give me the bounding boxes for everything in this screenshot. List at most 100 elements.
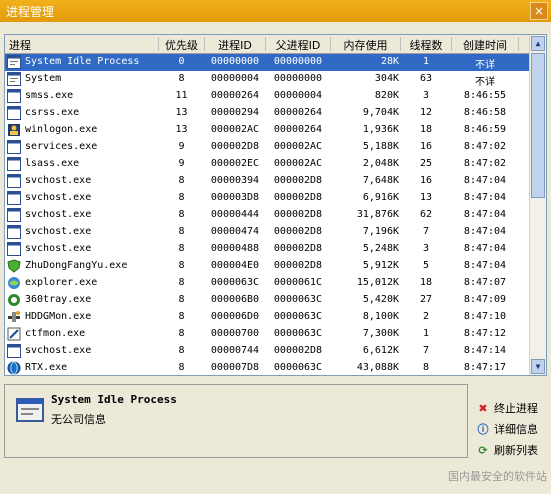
process-name-cell: svchost.exe <box>25 226 92 237</box>
ppid-cell: 000002AC <box>273 158 323 169</box>
priority-cell: 8 <box>178 209 185 220</box>
table-row[interactable]: svchost.exe 8 000003D8 000002D8 6,916K 13 8:47… <box>5 190 530 207</box>
threads-cell: 25 <box>419 158 433 169</box>
column-header-memory[interactable]: 内存使用 <box>331 37 401 52</box>
table-row[interactable]: 360tray.exe 8 000006B0 0000063C 5,420K 27 8:47… <box>5 292 530 309</box>
ppid-cell: 000002D8 <box>273 192 323 203</box>
scroll-down-arrow-icon[interactable]: ▼ <box>531 359 545 374</box>
ppid-cell: 000002D8 <box>273 209 323 220</box>
table-row[interactable]: svchost.exe 8 00000444 000002D8 31,876K 62 8:4… <box>5 207 530 224</box>
tray-icon <box>7 293 21 307</box>
pid-cell: 00000474 <box>210 226 260 237</box>
memory-cell: 8,100K <box>362 311 399 322</box>
process-large-icon <box>16 398 44 422</box>
threads-cell: 3 <box>422 90 430 101</box>
app-icon <box>7 89 21 103</box>
process-name-cell: winlogon.exe <box>25 124 98 135</box>
process-name-cell: explorer.exe <box>25 277 98 288</box>
threads-cell: 1 <box>422 328 430 339</box>
threads-cell: 7 <box>422 345 430 356</box>
close-button[interactable]: × <box>530 2 548 20</box>
process-list[interactable]: 进程 优先级 进程ID 父进程ID 内存使用 线程数 创建时间 System I… <box>4 34 547 376</box>
created-time-cell: 8:46:59 <box>463 124 507 135</box>
memory-cell: 6,916K <box>362 192 399 203</box>
table-row[interactable]: System Idle Process 0 00000000 00000000 28K 1… <box>5 54 530 71</box>
detail-company: 无公司信息 <box>51 413 106 426</box>
table-row[interactable]: lsass.exe 9 000002EC 000002AC 2,048K 25 8:47:0… <box>5 156 530 173</box>
pid-cell: 000003D8 <box>210 192 260 203</box>
terminate-process-button[interactable]: ✖ 终止进程 <box>476 400 538 416</box>
ppid-cell: 000002D8 <box>273 226 323 237</box>
column-header-pid[interactable]: 进程ID <box>205 37 266 52</box>
table-row[interactable]: RTX.exe 8 000007D8 0000063C 43,088K 8 8:47:17 <box>5 360 530 375</box>
table-row[interactable]: svchost.exe 8 00000474 000002D8 7,196K 7 8:47:… <box>5 224 530 241</box>
created-time-cell: 8:46:58 <box>463 107 507 118</box>
priority-cell: 8 <box>178 345 185 356</box>
window-icon <box>7 55 21 69</box>
app-icon <box>7 140 21 154</box>
created-time-cell: 8:47:09 <box>463 294 507 305</box>
title-bar[interactable]: 进程管理 × <box>0 0 551 22</box>
threads-cell: 16 <box>419 141 433 152</box>
pid-cell: 00000264 <box>210 90 260 101</box>
process-name-cell: svchost.exe <box>25 175 92 186</box>
watermark-text: 国内最安全的软件站 <box>448 470 547 483</box>
process-name-cell: 360tray.exe <box>25 294 92 305</box>
column-header-created[interactable]: 创建时间 <box>452 37 519 52</box>
scroll-up-arrow-icon[interactable]: ▲ <box>531 36 545 51</box>
threads-cell: 63 <box>419 73 433 84</box>
ppid-cell: 00000000 <box>273 73 323 84</box>
threads-cell: 13 <box>419 192 433 203</box>
pid-cell: 000006B0 <box>210 294 260 305</box>
created-time-cell: 8:47:10 <box>463 311 507 322</box>
table-row[interactable]: explorer.exe 8 0000063C 0000061C 15,012K 18 8:… <box>5 275 530 292</box>
table-row[interactable]: ZhuDongFangYu.exe 8 000004E0 000002D8 5,912K… <box>5 258 530 275</box>
process-name-cell: services.exe <box>25 141 98 152</box>
column-header-priority[interactable]: 优先级 <box>159 37 205 52</box>
threads-cell: 18 <box>419 277 433 288</box>
ppid-cell: 00000004 <box>273 90 323 101</box>
table-row[interactable]: csrss.exe 13 00000294 00000264 9,704K 12 8:46:… <box>5 105 530 122</box>
table-row[interactable]: ctfmon.exe 8 00000700 0000063C 7,300K 1 8:47:1… <box>5 326 530 343</box>
process-name-cell: lsass.exe <box>25 158 80 169</box>
table-row[interactable]: services.exe 9 000002D8 000002AC 5,188K 16 8:4… <box>5 139 530 156</box>
process-name-cell: smss.exe <box>25 90 74 101</box>
created-time-cell: 8:47:17 <box>463 362 507 373</box>
process-name-cell: HDDGMon.exe <box>25 311 92 322</box>
column-header-ppid[interactable]: 父进程ID <box>266 37 331 52</box>
threads-cell: 5 <box>422 260 430 271</box>
table-row[interactable]: System 8 00000004 00000000 304K 63 不详 <box>5 71 530 88</box>
priority-cell: 8 <box>178 277 185 288</box>
priority-cell: 8 <box>178 192 185 203</box>
memory-cell: 2,048K <box>362 158 399 169</box>
table-row[interactable]: svchost.exe 8 00000744 000002D8 6,612K 7 8:47:… <box>5 343 530 360</box>
globe-icon <box>7 361 21 375</box>
vertical-scrollbar[interactable]: ▲ ▼ <box>529 35 546 375</box>
ppid-cell: 000002D8 <box>273 345 323 356</box>
priority-cell: 11 <box>175 90 188 101</box>
details-button[interactable]: ⓘ 详细信息 <box>476 421 539 437</box>
created-time-cell: 8:46:55 <box>463 90 507 101</box>
priority-cell: 13 <box>175 107 188 118</box>
memory-cell: 5,420K <box>362 294 399 305</box>
ppid-cell: 0000063C <box>273 294 323 305</box>
memory-cell: 5,248K <box>362 243 399 254</box>
table-row[interactable]: HDDGMon.exe 8 000006D0 0000063C 8,100K 2 8:47:… <box>5 309 530 326</box>
scroll-thumb[interactable] <box>531 53 545 198</box>
table-row[interactable]: svchost.exe 8 00000488 000002D8 5,248K 3 8:47:… <box>5 241 530 258</box>
column-header-threads[interactable]: 线程数 <box>401 37 452 52</box>
memory-cell: 15,012K <box>356 277 399 288</box>
priority-cell: 9 <box>178 141 185 152</box>
table-row[interactable]: winlogon.exe 13 000002AC 00000264 1,936K 18 8:… <box>5 122 530 139</box>
column-header-process[interactable]: 进程 <box>5 37 159 52</box>
ppid-cell: 000002D8 <box>273 175 323 186</box>
window-title: 进程管理 <box>6 5 55 19</box>
pid-cell: 000006D0 <box>210 311 260 322</box>
explorer-icon <box>7 276 21 290</box>
table-row[interactable]: svchost.exe 8 00000394 000002D8 7,648K 16 8:47… <box>5 173 530 190</box>
table-row[interactable]: smss.exe 11 00000264 00000004 820K 3 8:46:55 <box>5 88 530 105</box>
pid-cell: 0000063C <box>210 277 260 288</box>
pid-cell: 00000444 <box>210 209 260 220</box>
refresh-list-button[interactable]: ⟳ 刷新列表 <box>476 442 538 458</box>
priority-cell: 8 <box>178 328 185 339</box>
